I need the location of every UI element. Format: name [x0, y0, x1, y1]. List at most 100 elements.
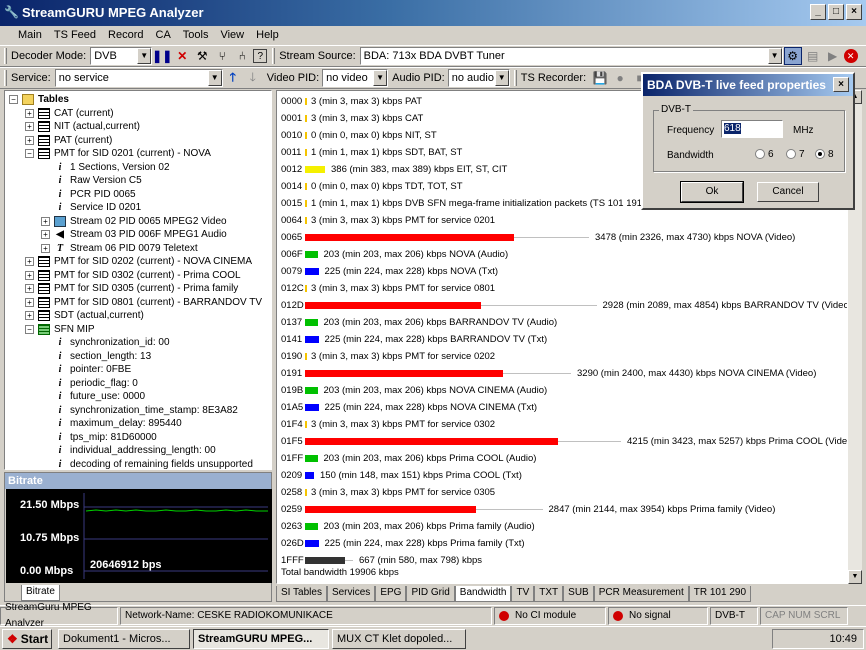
bandwidth-row[interactable]: 019B 203 (min 203, max 206) kbps NOVA CIN…: [281, 382, 841, 399]
tree-item[interactable]: i synchronization_id: 00: [41, 336, 170, 349]
tree-item[interactable]: + CAT (current): [25, 107, 114, 120]
bandwidth-row[interactable]: 0258 3 (min 3, max 3) kbps PMT for servic…: [281, 484, 841, 501]
hammer-icon[interactable]: ⚒: [193, 47, 211, 65]
tree-item[interactable]: i periodic_flag: 0: [41, 377, 138, 390]
bandwidth-row[interactable]: 01F5 4215 (min 3423, max 5257) kbps Prima…: [281, 433, 847, 450]
tree-item[interactable]: + ◀ Stream 03 PID 006F MPEG1 Audio: [41, 228, 227, 241]
tree-item[interactable]: + PMT for SID 0801 (current) - BARRANDOV …: [25, 296, 262, 309]
bandwidth-row[interactable]: 012C 3 (min 3, max 3) kbps PMT for servic…: [281, 280, 841, 297]
bandwidth-row[interactable]: 006F 203 (min 203, max 206) kbps NOVA (Au…: [281, 246, 841, 263]
tree-item[interactable]: − Tables: [9, 93, 69, 106]
maximize-button[interactable]: □: [828, 4, 844, 20]
expand-icon[interactable]: +: [25, 135, 34, 145]
collapse-icon[interactable]: −: [9, 95, 18, 104]
menu-tools[interactable]: Tools: [177, 29, 215, 41]
collapse-icon[interactable]: −: [25, 149, 34, 158]
tree-item[interactable]: i maximum_delay: 895440: [41, 417, 182, 430]
start-button[interactable]: ❖ Start: [2, 628, 52, 649]
stop-icon[interactable]: ✕: [843, 49, 858, 63]
pause-icon[interactable]: ❚❚: [152, 47, 172, 65]
bandwidth-row[interactable]: 0137 203 (min 203, max 206) kbps BARRANDO…: [281, 314, 841, 331]
arrow-up-icon[interactable]: 🡑: [224, 69, 242, 87]
tree-item[interactable]: i decoding of remaining fields unsupporte…: [41, 458, 253, 470]
keyboard-icon[interactable]: ▤: [804, 47, 822, 65]
tree-item[interactable]: i synchronization_time_stamp: 8E3A82: [41, 404, 238, 417]
next-icon[interactable]: ▶: [824, 47, 842, 65]
tree-item[interactable]: + Stream 02 PID 0065 MPEG2 Video: [41, 215, 227, 228]
bandwidth-8-radio[interactable]: 8: [815, 149, 834, 160]
expand-icon[interactable]: +: [41, 216, 50, 226]
tree-item[interactable]: i Raw Version C5: [41, 174, 142, 187]
tree-item[interactable]: i future_use: 0000: [41, 390, 145, 403]
record-icon[interactable]: ●: [611, 69, 629, 87]
stop-x-icon[interactable]: ✕: [173, 47, 191, 65]
tree-item[interactable]: + T Stream 06 PID 0079 Teletext: [41, 242, 198, 255]
menu-record[interactable]: Record: [102, 29, 149, 41]
frequency-input[interactable]: 618: [721, 120, 783, 138]
tree-item[interactable]: i section_length: 13: [41, 350, 152, 363]
tab-services[interactable]: Services: [326, 586, 376, 602]
bandwidth-6-radio[interactable]: 6: [755, 149, 774, 160]
expand-icon[interactable]: +: [25, 311, 34, 320]
expand-icon[interactable]: +: [25, 257, 34, 266]
tree-item[interactable]: i PCR PID 0065: [41, 188, 136, 201]
tree-item[interactable]: i pointer: 0FBE: [41, 363, 132, 376]
bandwidth-row[interactable]: 012D 2928 (min 2089, max 4854) kbps BARRA…: [281, 297, 847, 314]
expand-icon[interactable]: +: [25, 108, 34, 118]
stream-source-select[interactable]: BDA: 713x BDA DVBT Tuner ▼: [359, 47, 783, 65]
tree-filter-icon[interactable]: ⑂: [213, 47, 231, 65]
tab-pid-grid[interactable]: PID Grid: [406, 586, 455, 602]
tab-tv[interactable]: TV: [511, 586, 535, 602]
ok-button[interactable]: Ok: [680, 181, 744, 203]
tab-pcr-measurement[interactable]: PCR Measurement: [593, 586, 689, 602]
tree-item[interactable]: + NIT (actual,current): [25, 120, 140, 133]
expand-icon[interactable]: +: [25, 284, 34, 293]
bandwidth-row[interactable]: 0065 3478 (min 2326, max 4730) kbps NOVA …: [281, 229, 841, 246]
tree-item[interactable]: − PMT for SID 0201 (current) - NOVA: [25, 147, 211, 160]
bandwidth-row[interactable]: 01A5 225 (min 224, max 228) kbps NOVA CIN…: [281, 399, 841, 416]
bandwidth-row[interactable]: 01F4 3 (min 3, max 3) kbps PMT for servic…: [281, 416, 841, 433]
bandwidth-row[interactable]: 01FF 203 (min 203, max 206) kbps Prima CO…: [281, 450, 841, 467]
cancel-button[interactable]: Cancel: [757, 182, 819, 202]
scroll-down-icon[interactable]: ▼: [848, 570, 862, 584]
bandwidth-row[interactable]: 0191 3290 (min 2400, max 4430) kbps NOVA …: [281, 365, 841, 382]
bandwidth-row[interactable]: 0079 225 (min 224, max 228) kbps NOVA (Tx…: [281, 263, 841, 280]
tree-toggle-icon[interactable]: ⑃: [233, 47, 251, 65]
menu-view[interactable]: View: [214, 29, 250, 41]
menu-ca[interactable]: CA: [150, 29, 177, 41]
tree-item[interactable]: i Service ID 0201: [41, 201, 142, 214]
expand-icon[interactable]: +: [41, 230, 50, 239]
save-icon[interactable]: 💾: [591, 69, 609, 87]
tree-item[interactable]: + SDT (actual,current): [25, 309, 144, 322]
arrow-down-icon[interactable]: 🡓: [244, 69, 262, 87]
menu-ts-feed[interactable]: TS Feed: [48, 29, 102, 41]
bandwidth-row[interactable]: 0209 150 (min 148, max 151) kbps Prima CO…: [281, 467, 841, 484]
bandwidth-row[interactable]: 0141 225 (min 224, max 228) kbps BARRANDO…: [281, 331, 841, 348]
tree-item[interactable]: i tps_mip: 81D60000: [41, 431, 157, 444]
tab-epg[interactable]: EPG: [375, 586, 407, 602]
tab-txt[interactable]: TXT: [534, 586, 564, 602]
bandwidth-7-radio[interactable]: 7: [786, 149, 805, 160]
close-button[interactable]: ×: [846, 4, 862, 20]
menu-help[interactable]: Help: [250, 29, 285, 41]
collapse-icon[interactable]: −: [25, 324, 34, 334]
bandwidth-row[interactable]: 0259 2847 (min 2144, max 3954) kbps Prima…: [281, 501, 841, 518]
tab-tr-101-290[interactable]: TR 101 290: [688, 586, 752, 602]
bandwidth-row[interactable]: 026D 225 (min 224, max 228) kbps Prima fa…: [281, 535, 841, 552]
minimize-button[interactable]: _: [810, 4, 826, 20]
help-icon[interactable]: ?: [253, 49, 268, 63]
bandwidth-row[interactable]: 0064 3 (min 3, max 3) kbps PMT for servic…: [281, 212, 841, 229]
expand-icon[interactable]: +: [25, 270, 34, 280]
expand-icon[interactable]: +: [25, 297, 34, 307]
tree-item[interactable]: + PAT (current): [25, 134, 112, 147]
tab-si-tables[interactable]: SI Tables: [276, 586, 327, 602]
taskbar-item-word[interactable]: Dokument1 - Micros...: [58, 628, 190, 649]
tab-sub[interactable]: SUB: [563, 586, 594, 602]
tab-bandwidth[interactable]: Bandwidth: [454, 586, 512, 602]
tree-item[interactable]: i individual_addressing_length: 00: [41, 444, 216, 457]
tree-item[interactable]: + PMT for SID 0302 (current) - Prima COOL: [25, 269, 241, 282]
tree-item[interactable]: + PMT for SID 0202 (current) - NOVA CINEM…: [25, 255, 252, 268]
tree-item[interactable]: + PMT for SID 0305 (current) - Prima fami…: [25, 282, 238, 295]
bandwidth-row[interactable]: 0190 3 (min 3, max 3) kbps PMT for servic…: [281, 348, 841, 365]
expand-icon[interactable]: +: [41, 243, 50, 253]
